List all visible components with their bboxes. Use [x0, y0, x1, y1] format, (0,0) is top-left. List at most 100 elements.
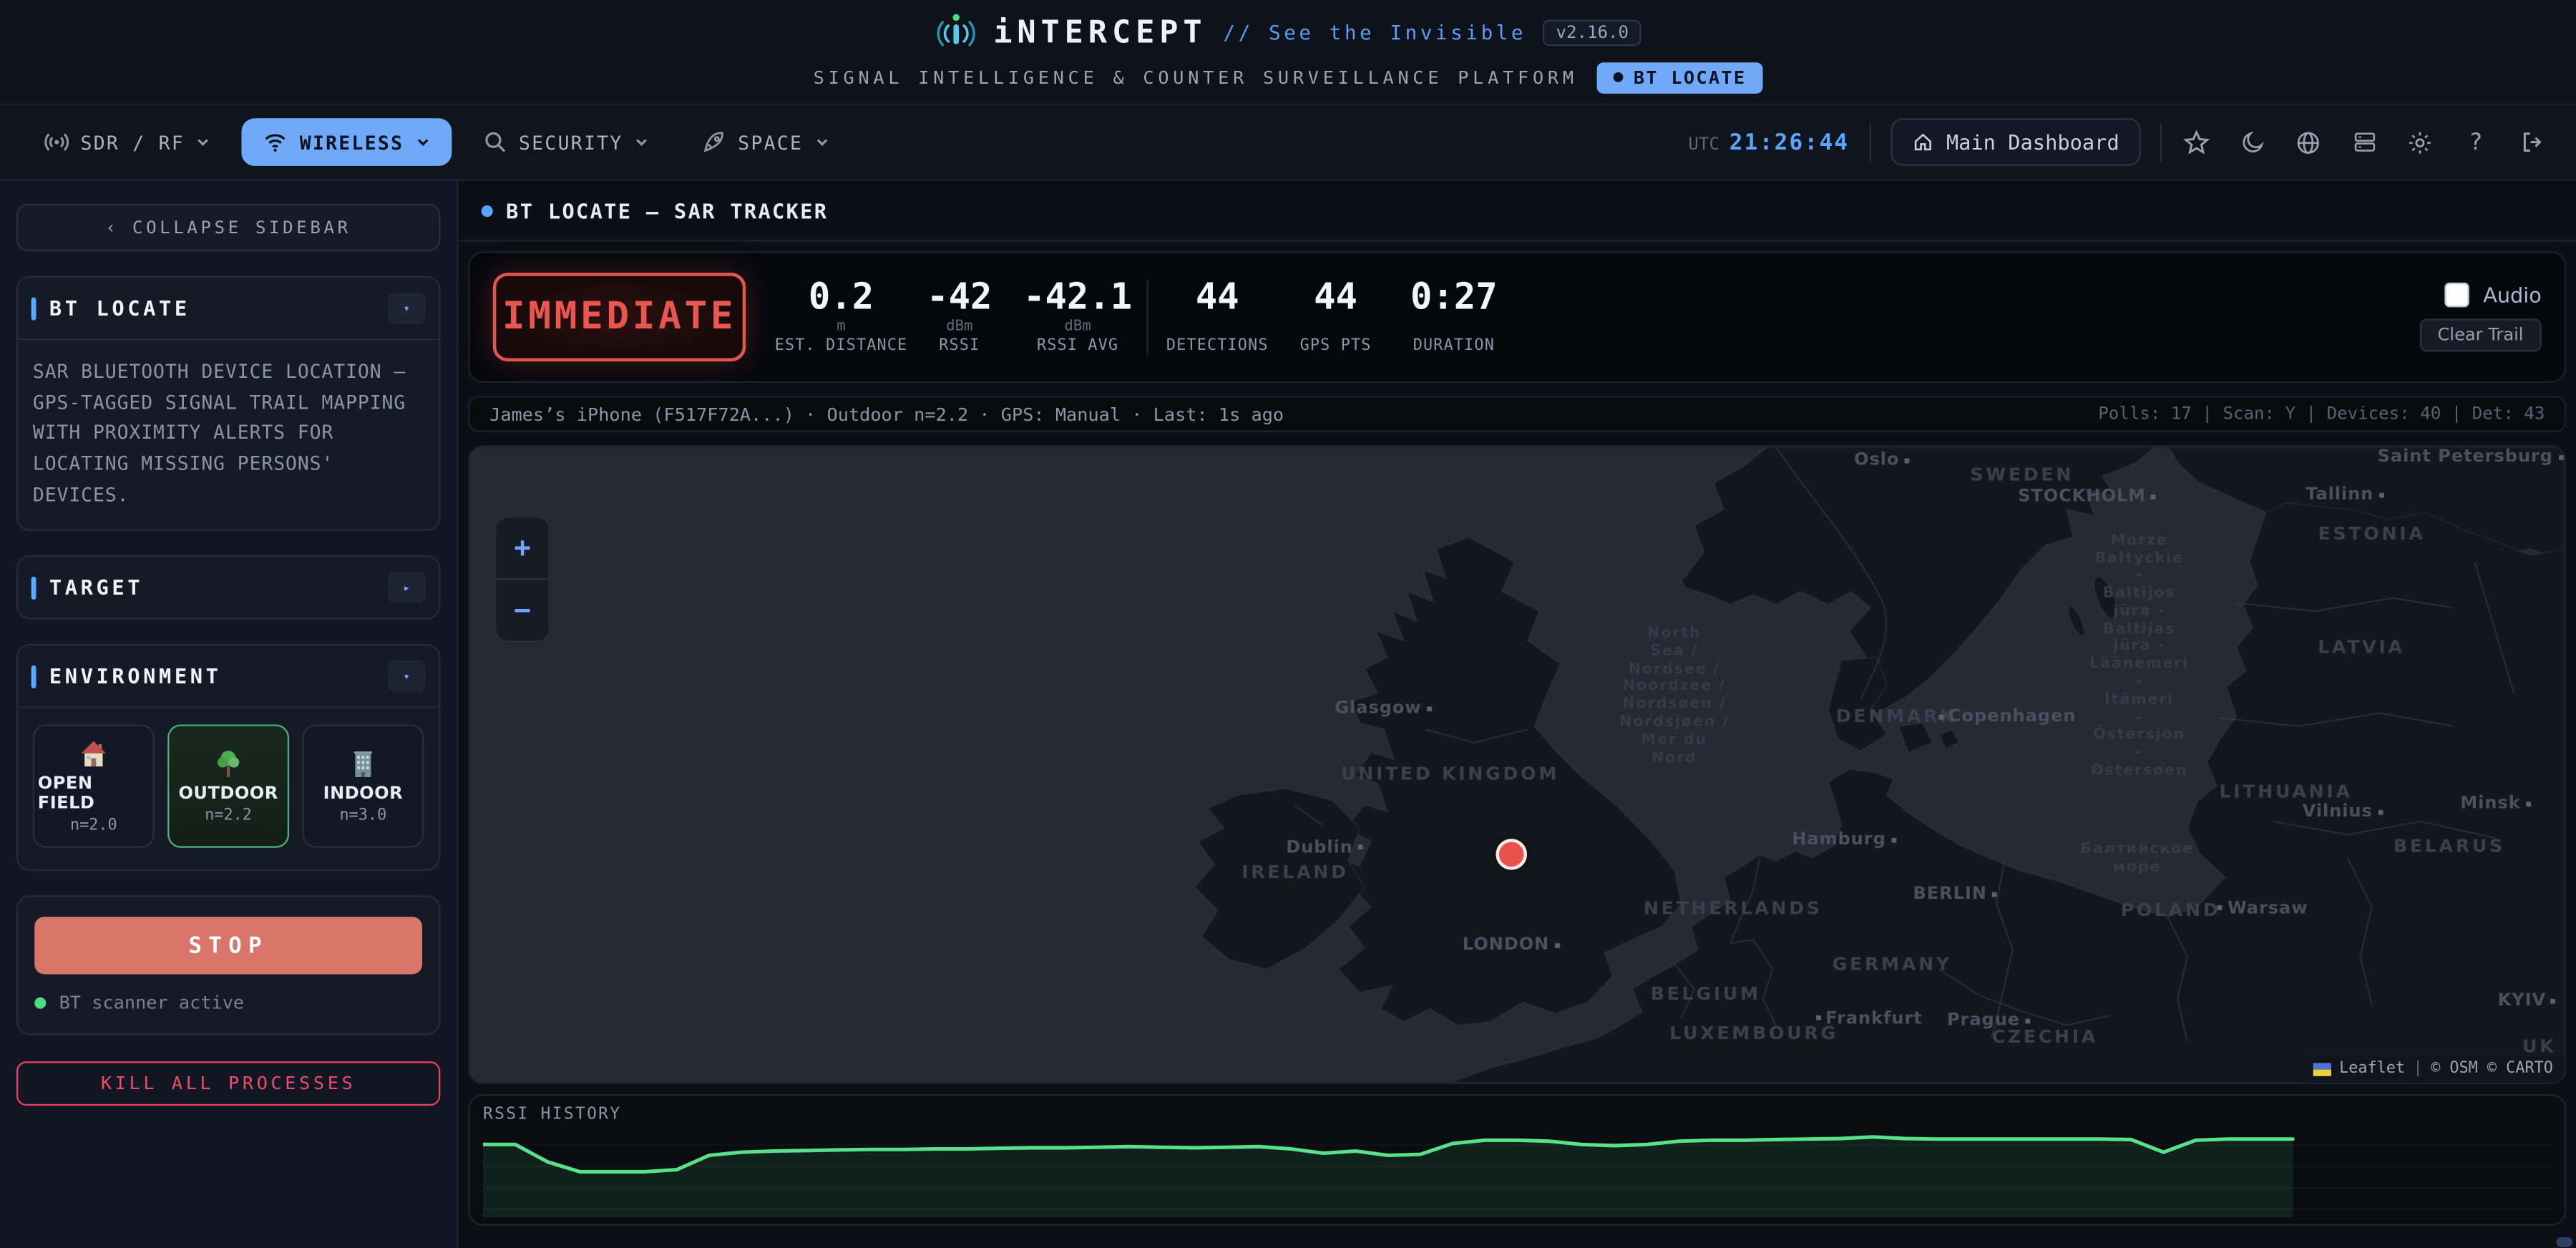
- target-section-header[interactable]: TARGET ▸: [18, 557, 439, 618]
- dark-mode-moon-icon[interactable]: [2238, 127, 2267, 157]
- module-title: BT LOCATE — SAR TRACKER: [506, 198, 828, 223]
- stat-label: DURATION: [1413, 336, 1495, 354]
- poll-status-text: Polls: 17 | Scan: Y | Devices: 40 | Det:…: [2098, 404, 2545, 424]
- nav-label: SDR / RF: [80, 131, 185, 154]
- chevron-down-icon: [635, 135, 650, 150]
- proximity-badge: IMMEDIATE: [493, 273, 746, 361]
- target-location-marker[interactable]: [1496, 839, 1527, 870]
- stat-label: EST. DISTANCE: [775, 336, 908, 354]
- stat-unit: dBm: [1064, 318, 1091, 334]
- scanner-status-label: BT scanner active: [59, 993, 245, 1014]
- nav-bar: SDR / RF WIRELESS SECURITY SPACE: [0, 105, 2576, 181]
- mode-badge-label: BT LOCATE: [1634, 67, 1747, 88]
- env-option-label: OPEN FIELD: [38, 774, 150, 814]
- settings-gear-icon[interactable]: [2405, 127, 2434, 157]
- scrollbar-thumb[interactable]: [2556, 1237, 2572, 1247]
- attrib-separator: |: [2413, 1060, 2422, 1078]
- attrib-copyright[interactable]: © OSM © CARTO: [2431, 1060, 2553, 1078]
- env-option-n: n=3.0: [340, 807, 387, 825]
- utc-time: 21:26:44: [1729, 129, 1850, 155]
- divider: [1869, 122, 1870, 162]
- rssi-history-chart: [483, 1123, 2552, 1222]
- collapse-sidebar-button[interactable]: ‹ COLLAPSE SIDEBAR: [16, 204, 440, 252]
- nav-item-wireless[interactable]: WIRELESS: [242, 118, 451, 166]
- divider: [1147, 279, 1148, 355]
- stat-gps-pts: 44 GPS PTS: [1277, 280, 1395, 354]
- stat-label: DETECTIONS: [1166, 336, 1269, 354]
- stat-rssi-avg: -42.1 dBm RSSI AVG: [1018, 280, 1136, 354]
- map-zoom-control: + −: [494, 516, 550, 643]
- environment-section: ENVIRONMENT ▾ OPEN FIELD n=2.0: [16, 644, 440, 871]
- rssi-history-title: RSSI HISTORY: [483, 1106, 2552, 1123]
- stats-panel: IMMEDIATE 0.2 m EST. DISTANCE -42 dBm RS…: [468, 251, 2566, 383]
- audio-checkbox[interactable]: [2445, 283, 2469, 307]
- wifi-icon: [263, 130, 288, 154]
- bt-locate-section-header[interactable]: BT LOCATE ▾: [18, 278, 439, 340]
- globe-icon[interactable]: [2293, 127, 2323, 157]
- bt-locate-description: SAR BLUETOOTH DEVICE LOCATION — GPS-TAGG…: [18, 340, 439, 529]
- scanner-status: BT scanner active: [34, 993, 422, 1014]
- scanner-control-card: STOP BT scanner active: [16, 896, 440, 1035]
- rocket-icon: [702, 130, 726, 154]
- bt-locate-section: BT LOCATE ▾ SAR BLUETOOTH DEVICE LOCATIO…: [16, 276, 440, 531]
- building-icon: [346, 748, 379, 781]
- device-status-text: James’s iPhone (F517F72A...) · Outdoor n…: [489, 404, 2098, 425]
- nav-item-security[interactable]: SECURITY: [462, 118, 670, 166]
- main-dashboard-button[interactable]: Main Dashboard: [1890, 118, 2141, 166]
- stat-value: -42: [927, 280, 992, 316]
- search-icon: [482, 130, 507, 154]
- logout-icon[interactable]: [2517, 127, 2546, 157]
- zoom-out-button[interactable]: −: [496, 580, 548, 640]
- nav-label: SECURITY: [519, 131, 623, 154]
- utc-clock: UTC 21:26:44: [1688, 129, 1849, 155]
- mode-badge[interactable]: BT LOCATE: [1597, 62, 1762, 93]
- app-tagline: // See the Invisible: [1224, 21, 1527, 44]
- section-accent-bar: [31, 296, 36, 319]
- active-module-dot-icon: [482, 205, 493, 216]
- rssi-history-panel: RSSI HISTORY: [468, 1094, 2566, 1226]
- chevron-left-icon: ‹: [106, 218, 119, 238]
- nav-item-space[interactable]: SPACE: [680, 118, 851, 166]
- leaflet-link[interactable]: Leaflet: [2339, 1060, 2405, 1078]
- stat-est-distance: 0.2 m EST. DISTANCE: [782, 280, 900, 354]
- broadcast-icon: [44, 130, 69, 154]
- section-title: BT LOCATE: [49, 296, 375, 320]
- stat-detections: 44 DETECTIONS: [1158, 280, 1277, 354]
- section-collapse-toggle[interactable]: ▾: [388, 660, 426, 692]
- section-accent-bar: [31, 576, 36, 599]
- stat-label: RSSI AVG: [1037, 336, 1118, 354]
- env-option-indoor[interactable]: INDOOR n=3.0: [302, 725, 424, 848]
- main-area: BT LOCATE — SAR TRACKER IMMEDIATE 0.2 m …: [459, 181, 2576, 1248]
- zoom-in-button[interactable]: +: [496, 517, 548, 580]
- favorite-star-icon[interactable]: [2182, 127, 2211, 157]
- environment-section-header[interactable]: ENVIRONMENT ▾: [18, 646, 439, 708]
- clear-trail-button[interactable]: Clear Trail: [2419, 318, 2542, 351]
- kill-all-processes-button[interactable]: KILL ALL PROCESSES: [16, 1061, 440, 1106]
- stat-value: 0:27: [1410, 280, 1498, 316]
- status-active-dot-icon: [34, 998, 46, 1009]
- section-title: ENVIRONMENT: [49, 664, 375, 688]
- home-icon: [1912, 132, 1933, 153]
- section-expand-toggle[interactable]: ▸: [388, 572, 426, 603]
- target-section: TARGET ▸: [16, 555, 440, 620]
- stop-button[interactable]: STOP: [34, 917, 422, 974]
- chevron-down-icon: [814, 135, 829, 150]
- version-badge: v2.16.0: [1543, 19, 1641, 45]
- nav-label: SPACE: [738, 131, 803, 154]
- env-option-outdoor[interactable]: OUTDOOR n=2.2: [167, 725, 289, 848]
- section-accent-bar: [31, 665, 36, 688]
- env-option-open-field[interactable]: OPEN FIELD n=2.0: [33, 725, 155, 848]
- stat-rssi: -42 dBm RSSI: [900, 280, 1018, 354]
- env-option-n: n=2.0: [70, 816, 117, 834]
- env-option-label: OUTDOOR: [178, 784, 278, 804]
- nav-item-sdr-rf[interactable]: SDR / RF: [23, 118, 232, 166]
- panels-icon[interactable]: [2349, 127, 2379, 157]
- env-option-label: INDOOR: [323, 784, 403, 804]
- dashboard-label: Main Dashboard: [1946, 130, 2119, 154]
- stat-value: 44: [1196, 280, 1239, 316]
- section-title: TARGET: [49, 575, 375, 600]
- section-collapse-toggle[interactable]: ▾: [388, 293, 426, 324]
- nav-right-cluster: UTC 21:26:44 Main Dashboard: [1688, 118, 2552, 166]
- map-panel[interactable]: UNITED KINGDOMIRELANDSWEDENESTONIALATVIA…: [468, 445, 2566, 1084]
- help-icon[interactable]: ?: [2461, 127, 2490, 157]
